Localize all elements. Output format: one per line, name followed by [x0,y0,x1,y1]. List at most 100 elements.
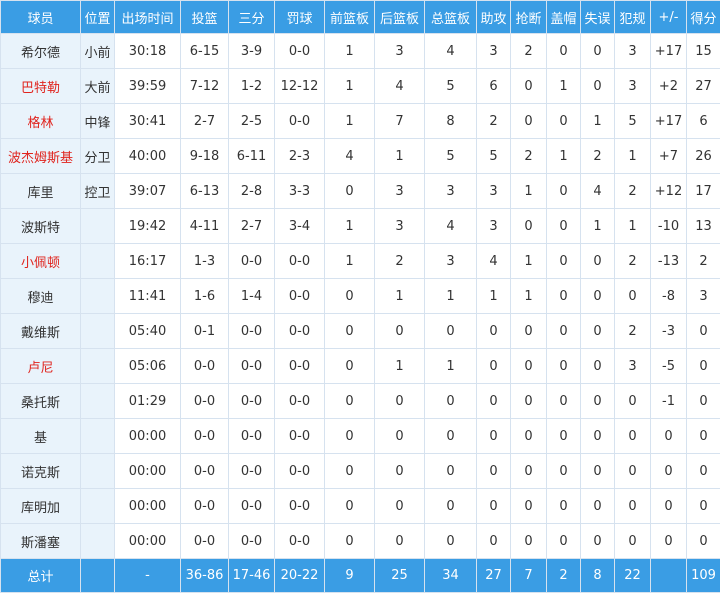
player-name[interactable]: 小佩顿 [1,244,81,279]
player-plus-minus: +2 [651,69,687,104]
player-name[interactable]: 波杰姆斯基 [1,139,81,174]
player-offensive-rebounds: 1 [325,69,375,104]
player-steals: 1 [511,244,547,279]
player-assists: 6 [477,69,511,104]
player-steals: 0 [511,454,547,489]
player-steals: 0 [511,209,547,244]
table-row: 基00:000-00-00-00000000000 [1,419,720,454]
totals-fouls: 22 [615,559,651,593]
player-plus-minus: -13 [651,244,687,279]
player-total-rebounds: 0 [425,384,477,419]
player-position [81,419,115,454]
player-turnovers: 0 [581,244,615,279]
player-fouls: 5 [615,104,651,139]
player-blocks: 0 [547,279,581,314]
player-field-goals: 9-18 [181,139,229,174]
player-name[interactable]: 卢尼 [1,349,81,384]
player-name[interactable]: 斯潘塞 [1,524,81,559]
player-position: 小前 [81,34,115,69]
player-free-throws: 0-0 [275,349,325,384]
player-name[interactable]: 波斯特 [1,209,81,244]
player-name[interactable]: 格林 [1,104,81,139]
player-plus-minus: -8 [651,279,687,314]
player-plus-minus: 0 [651,524,687,559]
player-fouls: 0 [615,279,651,314]
player-minutes: 39:59 [115,69,181,104]
player-points: 0 [687,489,720,524]
player-points: 0 [687,349,720,384]
player-offensive-rebounds: 0 [325,349,375,384]
player-points: 0 [687,454,720,489]
player-free-throws: 0-0 [275,524,325,559]
player-blocks: 0 [547,244,581,279]
player-assists: 0 [477,384,511,419]
player-blocks: 0 [547,489,581,524]
player-blocks: 0 [547,454,581,489]
player-field-goals: 6-13 [181,174,229,209]
player-total-rebounds: 8 [425,104,477,139]
player-minutes: 30:18 [115,34,181,69]
player-points: 0 [687,419,720,454]
player-blocks: 0 [547,524,581,559]
player-defensive-rebounds: 2 [375,244,425,279]
player-fouls: 1 [615,209,651,244]
player-name[interactable]: 戴维斯 [1,314,81,349]
player-field-goals: 0-0 [181,384,229,419]
player-minutes: 40:00 [115,139,181,174]
player-assists: 0 [477,314,511,349]
player-position [81,244,115,279]
player-name[interactable]: 穆迪 [1,279,81,314]
player-offensive-rebounds: 1 [325,209,375,244]
table-row: 波斯特19:424-112-73-413430011-1013 [1,209,720,244]
player-plus-minus: 0 [651,419,687,454]
player-assists: 0 [477,349,511,384]
player-three-pointers: 0-0 [229,314,275,349]
totals-assists: 27 [477,559,511,593]
player-assists: 2 [477,104,511,139]
player-minutes: 00:00 [115,454,181,489]
table-row: 波杰姆斯基分卫40:009-186-112-341552121+726 [1,139,720,174]
player-total-rebounds: 0 [425,314,477,349]
player-three-pointers: 1-2 [229,69,275,104]
player-blocks: 0 [547,314,581,349]
player-turnovers: 0 [581,349,615,384]
player-offensive-rebounds: 0 [325,524,375,559]
player-rows: 希尔德小前30:186-153-90-013432003+1715巴特勒大前39… [1,34,720,559]
table-footer: 总计 - 36-86 17-46 20-22 9 25 34 27 7 2 8 … [1,559,720,593]
header-total-rebounds: 总篮板 [425,1,477,34]
player-minutes: 01:29 [115,384,181,419]
player-free-throws: 0-0 [275,244,325,279]
player-steals: 0 [511,489,547,524]
header-row: 球员 位置 出场时间 投篮 三分 罚球 前篮板 后篮板 总篮板 助攻 抢断 盖帽… [1,1,720,34]
box-score-table: 球员 位置 出场时间 投篮 三分 罚球 前篮板 后篮板 总篮板 助攻 抢断 盖帽… [0,0,720,593]
player-offensive-rebounds: 0 [325,279,375,314]
totals-row: 总计 - 36-86 17-46 20-22 9 25 34 27 7 2 8 … [1,559,720,593]
player-total-rebounds: 5 [425,139,477,174]
table-row: 小佩顿16:171-30-00-012341002-132 [1,244,720,279]
player-name[interactable]: 库明加 [1,489,81,524]
totals-points: 109 [687,559,720,593]
player-field-goals: 6-15 [181,34,229,69]
player-offensive-rebounds: 0 [325,454,375,489]
player-name[interactable]: 希尔德 [1,34,81,69]
player-steals: 2 [511,34,547,69]
player-plus-minus: 0 [651,489,687,524]
player-blocks: 1 [547,139,581,174]
player-name[interactable]: 库里 [1,174,81,209]
player-assists: 4 [477,244,511,279]
player-turnovers: 0 [581,384,615,419]
totals-field-goals: 36-86 [181,559,229,593]
player-defensive-rebounds: 0 [375,419,425,454]
player-position [81,209,115,244]
player-assists: 0 [477,489,511,524]
player-name[interactable]: 诺克斯 [1,454,81,489]
table-row: 库明加00:000-00-00-00000000000 [1,489,720,524]
player-name[interactable]: 桑托斯 [1,384,81,419]
player-plus-minus: -10 [651,209,687,244]
player-minutes: 00:00 [115,489,181,524]
player-three-pointers: 0-0 [229,524,275,559]
player-name[interactable]: 巴特勒 [1,69,81,104]
header-fouls: 犯规 [615,1,651,34]
player-name[interactable]: 基 [1,419,81,454]
player-position: 大前 [81,69,115,104]
